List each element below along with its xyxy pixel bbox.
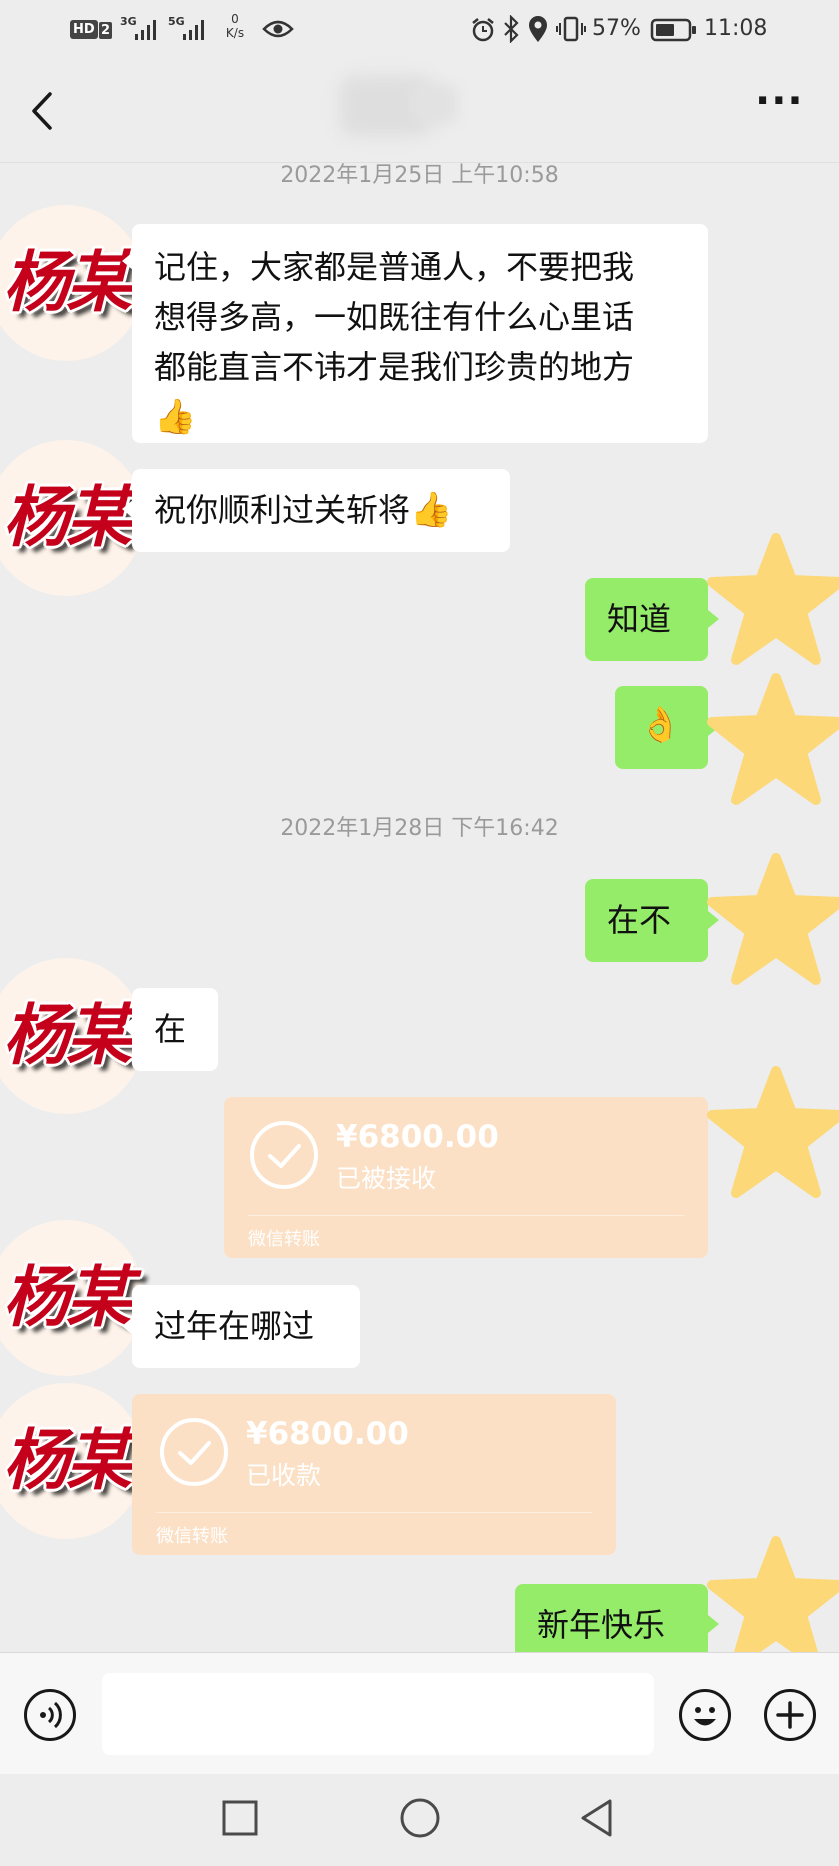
chat-bubble-incoming[interactable]: 过年在哪过 xyxy=(132,1285,360,1368)
chat-bubble-outgoing[interactable]: 👌 xyxy=(615,686,708,769)
signal-icon xyxy=(135,20,156,40)
circle-icon[interactable] xyxy=(398,1796,442,1840)
transfer-card-outgoing[interactable]: ¥6800.00 已被接收 微信转账 xyxy=(224,1097,708,1258)
check-circle-icon xyxy=(250,1121,318,1189)
chat-bubble-outgoing[interactable]: 在不 xyxy=(585,879,708,962)
vibrate-icon xyxy=(556,16,586,42)
message-text: 新年快乐 xyxy=(537,1606,666,1644)
thumbs-up-emoji: 👍 xyxy=(410,490,453,530)
avatar[interactable]: 杨某 xyxy=(0,205,144,361)
avatar[interactable]: 杨某 xyxy=(0,1383,144,1539)
hd-badge: HD xyxy=(70,20,98,39)
plus-icon[interactable] xyxy=(764,1689,816,1741)
battery-icon xyxy=(650,18,696,42)
transfer-amount: ¥6800.00 xyxy=(246,1416,409,1452)
bluetooth-icon xyxy=(504,15,519,43)
star-sticker xyxy=(707,533,839,665)
message-text: 在不 xyxy=(607,901,672,939)
chat-bubble-incoming[interactable]: 祝你顺利过关斩将👍 xyxy=(132,469,510,552)
system-nav-bar xyxy=(0,1774,839,1866)
clock: 11:08 xyxy=(704,16,768,41)
message-text: 祝你顺利过关斩将 xyxy=(154,491,411,529)
transfer-amount: ¥6800.00 xyxy=(336,1119,499,1155)
alarm-icon xyxy=(472,18,494,42)
avatar[interactable]: 杨某 xyxy=(0,440,144,596)
message-timestamp: 2022年1月28日 下午16:42 xyxy=(280,816,559,841)
battery-percent: 57% xyxy=(592,16,641,41)
star-sticker xyxy=(707,853,839,985)
message-timestamp: 2022年1月25日 上午10:58 xyxy=(280,163,559,188)
emoji-icon[interactable] xyxy=(679,1689,731,1741)
message-input[interactable] xyxy=(102,1673,654,1755)
contact-name-redacted xyxy=(340,70,470,150)
contact-label: 杨某 xyxy=(3,997,132,1074)
message-text: 知道 xyxy=(607,600,672,638)
voice-icon[interactable] xyxy=(24,1689,76,1741)
transfer-status: 已收款 xyxy=(246,1461,322,1490)
thumbs-up-emoji: 👍 xyxy=(154,397,197,437)
more-dots-icon[interactable]: ··· xyxy=(755,78,804,124)
chat-bubble-outgoing[interactable]: 知道 xyxy=(585,578,708,661)
input-bar xyxy=(0,1652,839,1775)
message-line: 记住，大家都是普通人，不要把我 xyxy=(154,248,635,286)
chat-bubble-incoming[interactable]: 记住，大家都是普通人，不要把我 想得多高，一如既往有什么心里话 都能直言不讳才是… xyxy=(132,224,708,443)
contact-label: 杨某 xyxy=(3,1422,132,1499)
message-text: 过年在哪过 xyxy=(154,1307,315,1345)
triangle-back-icon[interactable] xyxy=(576,1796,620,1840)
message-text: 在 xyxy=(154,1010,187,1048)
network-speed: 0 K/s xyxy=(225,12,245,40)
signal-icon xyxy=(183,20,204,40)
chevron-left-icon[interactable] xyxy=(22,88,62,134)
message-line: 想得多高，一如既往有什么心里话 xyxy=(154,298,635,336)
ok-hand-emoji: 👌 xyxy=(639,705,682,745)
square-icon[interactable] xyxy=(220,1798,260,1838)
divider xyxy=(248,1215,684,1216)
transfer-label: 微信转账 xyxy=(156,1526,228,1547)
divider xyxy=(156,1512,592,1513)
star-sticker xyxy=(707,1536,839,1668)
check-circle-icon xyxy=(160,1418,228,1486)
location-icon xyxy=(529,16,547,42)
status-bar: HD 2 3G 5G 0 K/s 57% 11:08 xyxy=(0,0,839,60)
transfer-label: 微信转账 xyxy=(248,1229,320,1250)
contact-label: 杨某 xyxy=(3,479,132,556)
avatar[interactable]: 杨某 xyxy=(0,958,144,1114)
transfer-card-incoming[interactable]: ¥6800.00 已收款 微信转账 xyxy=(132,1394,616,1555)
sim-badge: 2 xyxy=(99,22,113,39)
message-line: 都能直言不讳才是我们珍贵的地方 xyxy=(154,348,635,386)
transfer-status: 已被接收 xyxy=(336,1164,437,1193)
eye-icon xyxy=(262,20,294,38)
chat-bubble-incoming[interactable]: 在 xyxy=(132,988,218,1071)
chat-header: ··· xyxy=(0,60,839,163)
contact-label: 杨某 xyxy=(3,244,132,321)
avatar[interactable]: 杨某 xyxy=(0,1220,144,1376)
star-sticker xyxy=(707,1066,839,1198)
star-sticker xyxy=(707,673,839,805)
contact-label: 杨某 xyxy=(3,1259,132,1336)
